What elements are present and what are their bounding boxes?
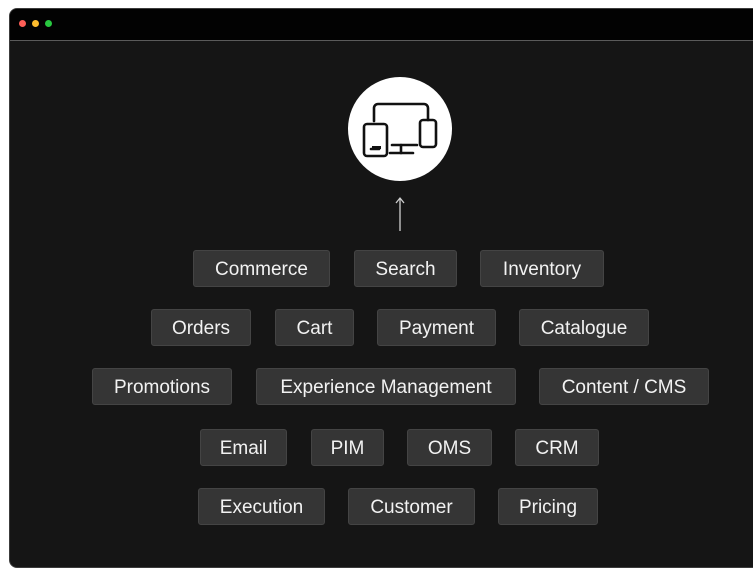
tag-customer[interactable]: Customer — [348, 488, 475, 525]
tag-experience-management[interactable]: Experience Management — [256, 368, 516, 405]
tag-oms[interactable]: OMS — [407, 429, 492, 466]
devices-icon — [362, 102, 438, 158]
tag-crm[interactable]: CRM — [515, 429, 599, 466]
browser-window: Commerce Search Inventory Orders Cart Pa… — [9, 8, 753, 568]
tag-cart[interactable]: Cart — [275, 309, 354, 346]
tag-payment[interactable]: Payment — [377, 309, 496, 346]
minimize-window-button[interactable] — [32, 20, 39, 27]
close-window-button[interactable] — [19, 20, 26, 27]
tag-commerce[interactable]: Commerce — [193, 250, 330, 287]
tag-execution[interactable]: Execution — [198, 488, 325, 525]
tag-orders[interactable]: Orders — [151, 309, 251, 346]
zoom-window-button[interactable] — [45, 20, 52, 27]
devices-hub — [348, 77, 452, 181]
arrow-up-icon — [395, 197, 405, 231]
tag-inventory[interactable]: Inventory — [480, 250, 604, 287]
tag-email[interactable]: Email — [200, 429, 287, 466]
tag-content-cms[interactable]: Content / CMS — [539, 368, 709, 405]
tag-search[interactable]: Search — [354, 250, 457, 287]
title-bar — [10, 9, 753, 41]
tag-promotions[interactable]: Promotions — [92, 368, 232, 405]
tag-pricing[interactable]: Pricing — [498, 488, 598, 525]
tag-catalogue[interactable]: Catalogue — [519, 309, 649, 346]
tag-pim[interactable]: PIM — [311, 429, 384, 466]
